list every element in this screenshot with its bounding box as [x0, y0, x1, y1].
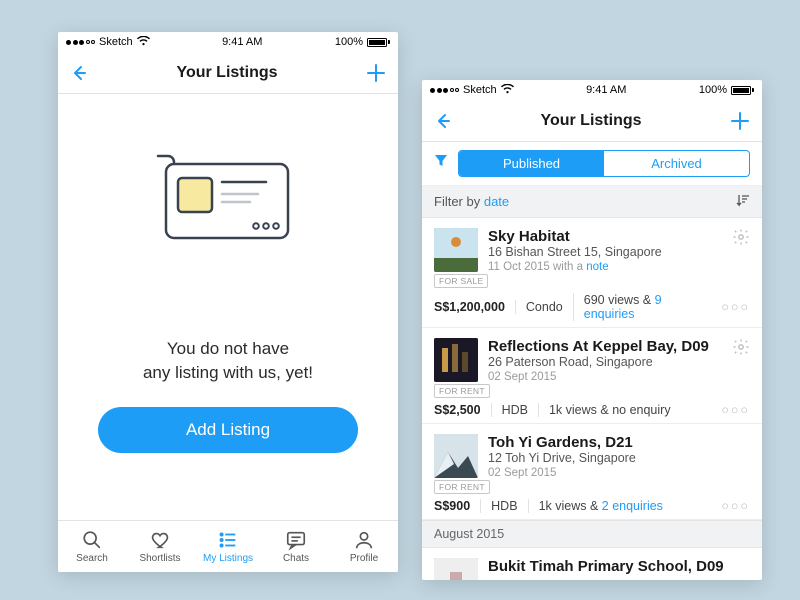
tab-chats-label: Chats — [283, 553, 309, 564]
tab-chats[interactable]: Chats — [262, 521, 330, 572]
filter-label: Filter by date — [434, 194, 509, 209]
nav-bar: Your Listings — [422, 100, 762, 142]
empty-message: You do not have any listing with us, yet… — [143, 337, 313, 385]
section-header: August 2015 — [422, 520, 762, 548]
signal-icon — [66, 40, 95, 45]
battery-label: 100% — [699, 84, 727, 96]
listing-date: 11 Oct 2015 with a note — [488, 261, 722, 273]
listing-price: S$1,200,000 — [434, 300, 515, 314]
nav-bar: Your Listings — [58, 52, 398, 94]
phone-listings: Sketch 9:41 AM 100% Your Listings Publis… — [422, 80, 762, 580]
listing-thumbnail — [434, 228, 478, 272]
listing-card[interactable]: Sky Habitat 16 Bishan Street 15, Singapo… — [422, 218, 762, 328]
listing-date: 02 Sept 2015 — [488, 371, 722, 383]
listing-name: Toh Yi Gardens, D21 — [488, 434, 750, 451]
tab-bar: Search Shortlists My Listings Chats Prof… — [58, 520, 398, 572]
listing-price: S$2,500 — [434, 403, 491, 417]
listing-thumbnail — [434, 338, 478, 382]
listing-name: Reflections At Keppel Bay, D09 — [488, 338, 722, 355]
segment-row: Published Archived — [422, 142, 762, 186]
listing-type: Condo — [515, 300, 573, 314]
listing-stats: 1k views & 2 enquiries — [528, 499, 673, 513]
listing-address: 16 Bishan Street 15, Singapore — [488, 245, 722, 259]
signal-icon — [430, 88, 459, 93]
listing-badge: FOR RENT — [434, 480, 490, 494]
listing-stats: 1k views & no enquiry — [538, 403, 681, 417]
empty-illustration — [138, 142, 318, 277]
wifi-icon — [137, 36, 150, 49]
listing-badge: FOR RENT — [434, 384, 490, 398]
carrier-label: Sketch — [463, 84, 497, 96]
listing-badge: FOR SALE — [434, 274, 488, 288]
listing-type: HDB — [480, 499, 527, 513]
segment-published[interactable]: Published — [459, 151, 604, 176]
listing-thumbnail — [434, 434, 478, 478]
tab-shortlists-label: Shortlists — [139, 553, 180, 564]
listing-address: 12 Toh Yi Drive, Singapore — [488, 451, 750, 465]
listing-thumbnail — [434, 558, 478, 580]
add-listing-button[interactable]: Add Listing — [98, 407, 358, 453]
listing-name: Bukit Timah Primary School, D09 — [488, 558, 750, 575]
tab-profile[interactable]: Profile — [330, 521, 398, 572]
phone-empty-state: Sketch 9:41 AM 100% Your Listings — [58, 32, 398, 572]
empty-line2: any listing with us, yet! — [143, 361, 313, 385]
empty-line1: You do not have — [143, 337, 313, 361]
wifi-icon — [501, 84, 514, 97]
more-icon[interactable]: ○○○ — [721, 499, 750, 513]
status-bar: Sketch 9:41 AM 100% — [58, 32, 398, 52]
tab-shortlists[interactable]: Shortlists — [126, 521, 194, 572]
segment-control: Published Archived — [458, 150, 750, 177]
listing-price: S$900 — [434, 499, 480, 513]
carrier-label: Sketch — [99, 36, 133, 48]
filter-bar[interactable]: Filter by date — [422, 186, 762, 218]
listing-card[interactable]: Toh Yi Gardens, D21 12 Toh Yi Drive, Sin… — [422, 424, 762, 520]
tab-search-label: Search — [76, 553, 108, 564]
sort-icon[interactable] — [736, 193, 750, 210]
battery-icon — [731, 86, 754, 95]
more-icon[interactable]: ○○○ — [721, 300, 750, 314]
listing-card[interactable]: Bukit Timah Primary School, D09 — [422, 548, 762, 580]
listing-type: HDB — [491, 403, 538, 417]
gear-icon[interactable] — [732, 228, 750, 273]
tab-mylistings-label: My Listings — [203, 553, 253, 564]
add-button[interactable] — [366, 63, 386, 83]
listing-stats: 690 views & 9 enquiries — [573, 293, 722, 321]
segment-archived[interactable]: Archived — [604, 151, 749, 176]
battery-label: 100% — [335, 36, 363, 48]
back-button[interactable] — [434, 112, 452, 130]
back-button[interactable] — [70, 64, 88, 82]
tab-search[interactable]: Search — [58, 521, 126, 572]
nav-title: Your Listings — [176, 64, 277, 82]
listing-card[interactable]: Reflections At Keppel Bay, D09 26 Paters… — [422, 328, 762, 424]
empty-state: You do not have any listing with us, yet… — [58, 94, 398, 453]
listing-address: 26 Paterson Road, Singapore — [488, 355, 722, 369]
status-time: 9:41 AM — [586, 84, 626, 96]
gear-icon[interactable] — [732, 338, 750, 383]
battery-icon — [367, 38, 390, 47]
status-bar: Sketch 9:41 AM 100% — [422, 80, 762, 100]
more-icon[interactable]: ○○○ — [721, 403, 750, 417]
add-button[interactable] — [730, 111, 750, 131]
listing-date: 02 Sept 2015 — [488, 467, 750, 479]
listing-name: Sky Habitat — [488, 228, 722, 245]
status-time: 9:41 AM — [222, 36, 262, 48]
filter-icon[interactable] — [434, 154, 448, 173]
nav-title: Your Listings — [540, 112, 641, 130]
tab-mylistings[interactable]: My Listings — [194, 521, 262, 572]
tab-profile-label: Profile — [350, 553, 378, 564]
